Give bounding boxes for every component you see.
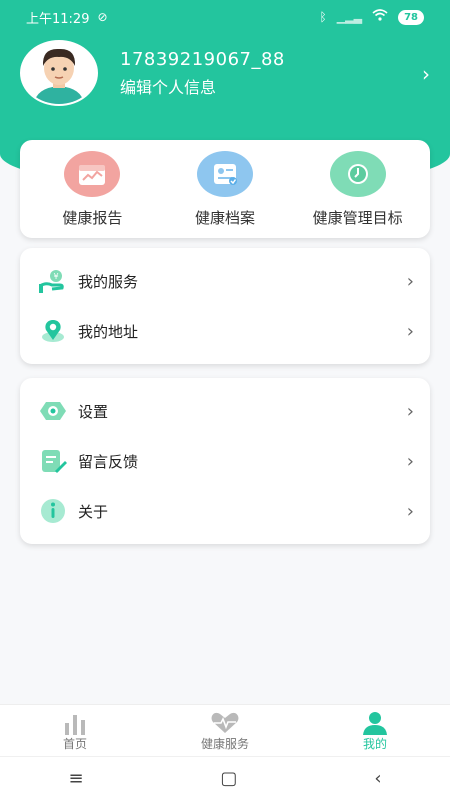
menu-item-my-services[interactable]: ¥ 我的服务 › — [20, 256, 430, 306]
clock-goal-icon — [329, 150, 386, 197]
avatar[interactable] — [20, 40, 98, 106]
tab-label: 健康服务 — [200, 737, 249, 751]
tab-label: 我的 — [362, 737, 387, 751]
tab-mine[interactable]: 我的 — [300, 705, 450, 756]
quick-health-goal[interactable]: 健康管理目标 — [293, 150, 423, 228]
menu-label: 留言反馈 — [78, 452, 139, 471]
chevron-right-icon[interactable]: › — [422, 62, 430, 86]
system-nav-bar: ≡ ▢ ‹ — [0, 756, 450, 800]
service-hand-icon: ¥ — [36, 266, 70, 296]
menu-item-feedback[interactable]: 留言反馈 › — [20, 436, 430, 486]
menu-label: 设置 — [78, 402, 109, 421]
menu-label: 我的地址 — [78, 322, 139, 341]
status-bar: 上午11:29 ⊘ ᛒ ▁▂▃ 78 — [0, 0, 450, 34]
chevron-right-icon: › — [406, 400, 414, 422]
chevron-right-icon: › — [406, 500, 414, 522]
home-square-icon[interactable]: ▢ — [220, 768, 237, 789]
alarm-off-icon: ⊘ — [97, 10, 108, 24]
menu-label: 关于 — [78, 502, 109, 521]
menu-icon[interactable]: ≡ — [68, 768, 83, 789]
quick-label: 健康报告 — [62, 208, 123, 227]
wifi-icon — [372, 9, 388, 25]
back-icon[interactable]: ‹ — [374, 768, 381, 789]
menu-item-my-address[interactable]: 我的地址 › — [20, 306, 430, 356]
edit-profile-link[interactable]: 编辑个人信息 — [120, 74, 285, 98]
person-icon — [362, 709, 388, 735]
settings-gear-icon — [36, 396, 70, 426]
status-left: 上午11:29 ⊘ — [26, 8, 108, 27]
quick-health-record[interactable]: 健康档案 — [160, 150, 290, 228]
menu-card-settings: 设置 › 留言反馈 › 关于 › — [20, 378, 430, 544]
tab-health-services[interactable]: 健康服务 — [150, 705, 300, 756]
quick-label: 健康管理目标 — [312, 208, 403, 227]
bar-chart-icon — [62, 709, 88, 735]
tab-label: 首页 — [62, 737, 87, 751]
bluetooth-icon: ᛒ — [319, 10, 327, 24]
chevron-right-icon: › — [406, 450, 414, 472]
svg-text:¥: ¥ — [54, 272, 59, 281]
quick-health-report[interactable]: 健康报告 — [27, 150, 157, 228]
status-time: 上午11:29 — [26, 11, 90, 27]
menu-label: 我的服务 — [78, 272, 139, 291]
menu-item-about[interactable]: 关于 › — [20, 486, 430, 536]
health-report-icon — [64, 150, 121, 197]
profile-text: 17839219067_88 编辑个人信息 — [120, 49, 285, 98]
info-icon — [36, 496, 70, 526]
quick-label: 健康档案 — [194, 208, 255, 227]
feedback-edit-icon — [36, 446, 70, 476]
bottom-tab-bar: 首页 健康服务 我的 — [0, 704, 450, 756]
quick-actions-card: 健康报告 健康档案 健康管理目标 — [20, 140, 430, 238]
chevron-right-icon: › — [406, 270, 414, 292]
avatar-illustration — [24, 42, 94, 104]
health-record-icon — [196, 150, 253, 197]
profile-header[interactable]: 17839219067_88 编辑个人信息 › — [20, 40, 430, 106]
heart-pulse-icon — [210, 709, 240, 735]
menu-item-settings[interactable]: 设置 › — [20, 386, 430, 436]
location-pin-icon — [36, 316, 70, 346]
profile-name: 17839219067_88 — [120, 48, 285, 70]
battery-icon: 78 — [398, 9, 424, 25]
tab-home[interactable]: 首页 — [0, 705, 150, 756]
menu-card-services: ¥ 我的服务 › 我的地址 › — [20, 248, 430, 364]
chevron-right-icon: › — [406, 320, 414, 342]
status-right: ᛒ ▁▂▃ 78 — [319, 9, 424, 25]
signal-icon: ▁▂▃ — [336, 10, 363, 24]
